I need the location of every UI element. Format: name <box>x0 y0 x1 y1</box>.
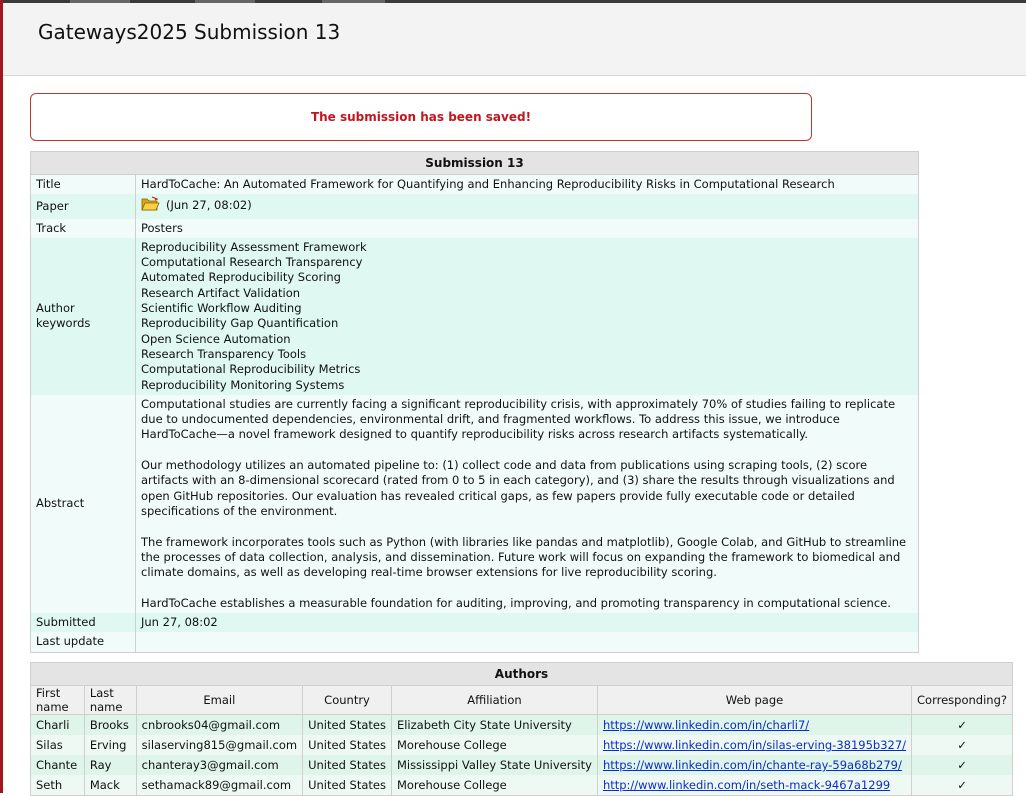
abstract-paragraph: Our methodology utilizes an automated pi… <box>141 458 895 518</box>
author-country: United States <box>302 755 392 775</box>
column-header-last-name: Last name <box>83 685 137 715</box>
save-notice-text: The submission has been saved! <box>310 110 532 124</box>
column-header-affiliation: Affiliation <box>390 685 598 715</box>
author-last-name: Mack <box>84 775 137 796</box>
author-first-name: Chante <box>30 755 85 775</box>
author-country: United States <box>302 714 392 735</box>
title-label: Title <box>30 174 136 195</box>
last-update-value <box>135 632 919 653</box>
paper-row: Paper (Jun 27, 08:02) <box>30 194 919 219</box>
author-affiliation: Morehouse College <box>391 775 598 796</box>
abstract-paragraph: HardToCache establishes a measurable fou… <box>141 595 891 610</box>
last-update-label: Last update <box>30 632 136 653</box>
author-affiliation: Mississippi Valley State University <box>391 755 598 775</box>
abstract-label: Abstract <box>30 394 136 614</box>
author-email: chanteray3@gmail.com <box>136 755 304 775</box>
submitted-value: Jun 27, 08:02 <box>135 613 919 633</box>
abstract-paragraph: Computational studies are currently faci… <box>141 396 896 442</box>
title-row: Title HardToCache: An Automated Framewor… <box>30 174 919 195</box>
author-row: Silas Erving silaserving815@gmail.com Un… <box>30 735 1013 755</box>
keywords-label: Author keywords <box>30 237 136 395</box>
author-first-name: Seth <box>30 775 85 796</box>
author-email: sethamack89@gmail.com <box>136 775 304 796</box>
keyword: Research Transparency Tools <box>141 346 307 361</box>
column-header-corresponding: Corresponding? <box>911 685 1013 715</box>
author-affiliation: Morehouse College <box>391 735 598 755</box>
corresponding-check: ✓ <box>911 755 1013 775</box>
paper-label: Paper <box>30 194 136 219</box>
keyword: Computational Reproducibility Metrics <box>141 362 361 377</box>
track-label: Track <box>30 218 136 238</box>
save-notice: The submission has been saved! <box>30 93 812 141</box>
keywords-row: Author keywords Reproducibility Assessme… <box>30 237 919 395</box>
keyword: Scientific Workflow Auditing <box>141 301 302 316</box>
page-header: Gateways2025 Submission 13 <box>3 3 1026 76</box>
submission-caption: Submission 13 <box>30 151 919 175</box>
folder-icon[interactable] <box>141 196 160 216</box>
author-country: United States <box>302 775 392 796</box>
track-row: Track Posters <box>30 218 919 238</box>
last-update-row: Last update <box>30 632 919 653</box>
page-title: Gateways2025 Submission 13 <box>38 20 341 44</box>
corresponding-check: ✓ <box>911 775 1013 796</box>
column-header-country: Country <box>302 685 392 715</box>
author-web-link[interactable]: http://www.linkedin.com/in/seth-mack-946… <box>603 778 890 792</box>
author-affiliation: Elizabeth City State University <box>391 714 598 735</box>
abstract-paragraph: The framework incorporates tools such as… <box>141 534 907 580</box>
track-value: Posters <box>135 218 919 238</box>
authors-header-row: First name Last name Email Country Affil… <box>30 685 1013 715</box>
title-value: HardToCache: An Automated Framework for … <box>135 174 919 195</box>
column-header-first-name: First name <box>30 685 85 715</box>
author-first-name: Silas <box>30 735 85 755</box>
column-header-web-page: Web page <box>596 685 913 715</box>
submitted-label: Submitted <box>30 613 136 633</box>
submitted-row: Submitted Jun 27, 08:02 <box>30 613 919 633</box>
keyword: Reproducibility Assessment Framework <box>141 239 367 254</box>
author-web-link[interactable]: https://www.linkedin.com/in/charli7/ <box>603 718 809 732</box>
keyword: Computational Research Transparency <box>141 255 363 270</box>
author-last-name: Ray <box>84 755 137 775</box>
keyword: Research Artifact Validation <box>141 285 301 300</box>
author-last-name: Brooks <box>84 714 137 735</box>
author-email: silaserving815@gmail.com <box>136 735 304 755</box>
paper-date: (Jun 27, 08:02) <box>166 198 252 213</box>
authors-table: Authors First name Last name Email Count… <box>30 662 1013 796</box>
author-row: Charli Brooks cnbrooks04@gmail.com Unite… <box>30 714 1013 735</box>
author-country: United States <box>302 735 392 755</box>
submission-table: Submission 13 Title HardToCache: An Auto… <box>30 151 919 653</box>
author-email: cnbrooks04@gmail.com <box>136 714 304 735</box>
author-web-link[interactable]: https://www.linkedin.com/in/silas-erving… <box>603 738 906 752</box>
left-accent-bar <box>0 0 3 793</box>
keyword: Automated Reproducibility Scoring <box>141 270 341 285</box>
author-row: Chante Ray chanteray3@gmail.com United S… <box>30 755 1013 775</box>
authors-caption: Authors <box>30 662 1013 686</box>
column-header-email: Email <box>135 685 304 715</box>
author-web-link[interactable]: https://www.linkedin.com/in/chante-ray-5… <box>603 758 902 772</box>
author-last-name: Erving <box>84 735 137 755</box>
corresponding-check: ✓ <box>911 735 1013 755</box>
keyword: Open Science Automation <box>141 331 291 346</box>
author-row: Seth Mack sethamack89@gmail.com United S… <box>30 775 1013 796</box>
corresponding-check: ✓ <box>911 714 1013 735</box>
keyword: Reproducibility Gap Quantification <box>141 316 339 331</box>
abstract-row: Abstract Computational studies are curre… <box>30 394 919 614</box>
keyword: Reproducibility Monitoring Systems <box>141 377 345 392</box>
author-first-name: Charli <box>30 714 85 735</box>
